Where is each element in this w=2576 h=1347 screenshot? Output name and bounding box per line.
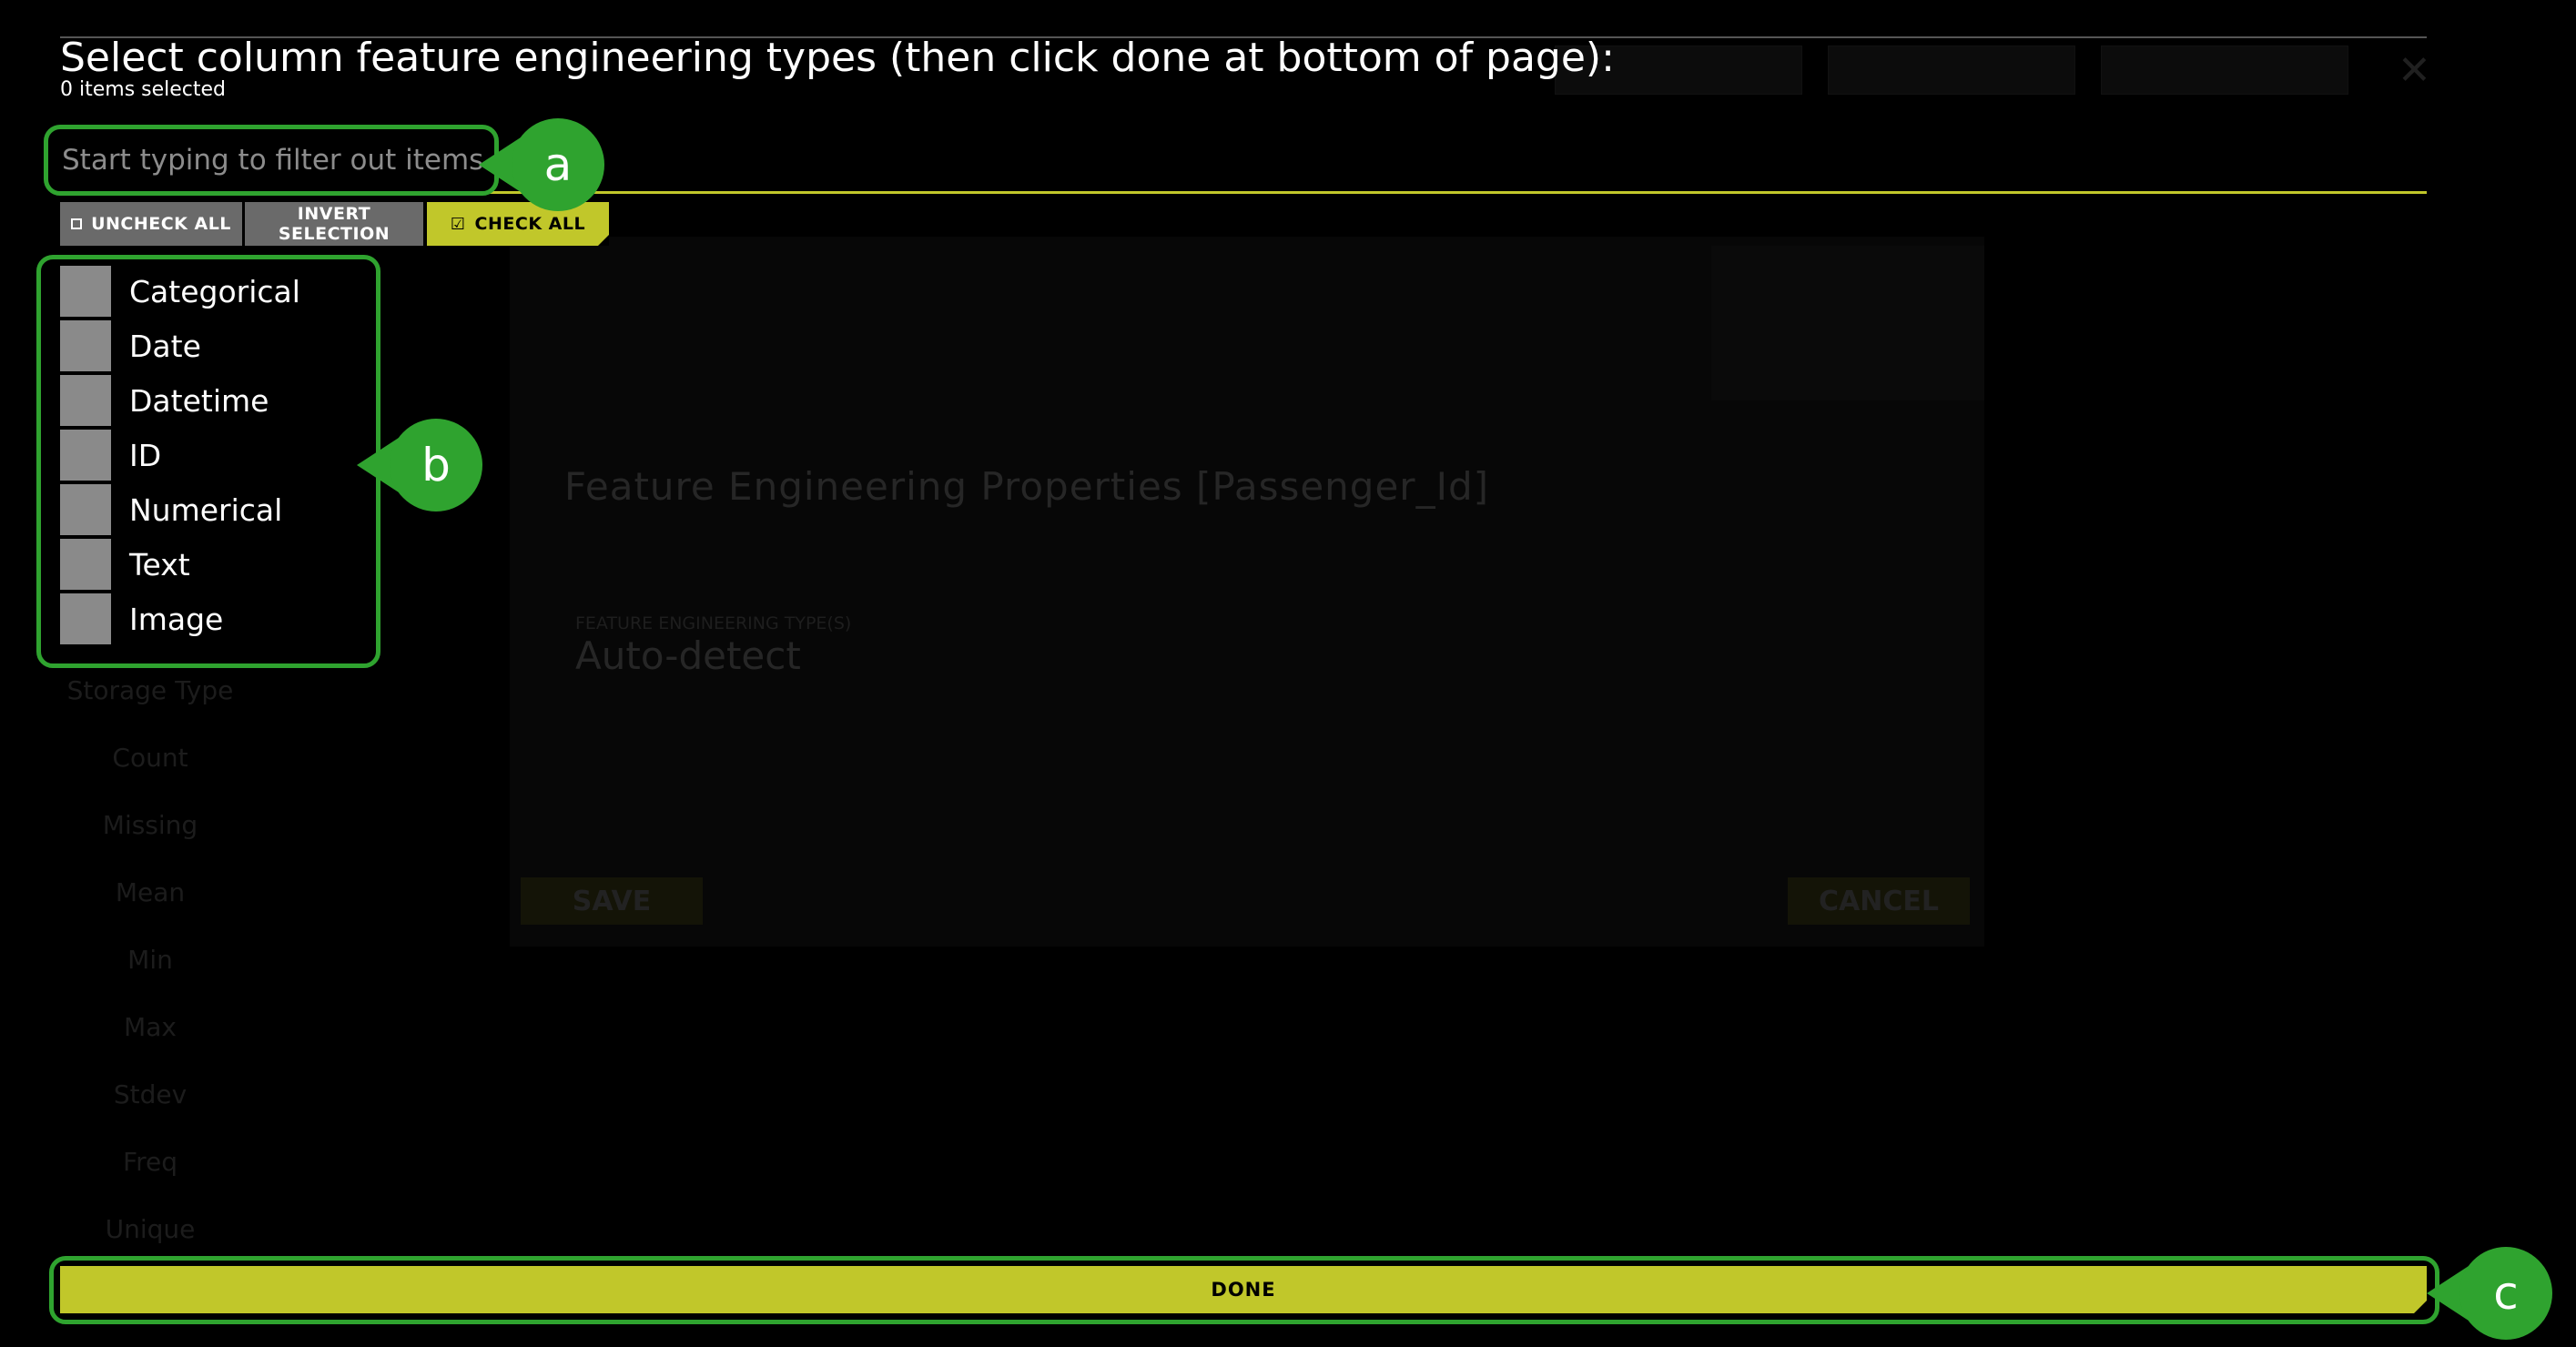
- bg-stat-label: Stdev: [113, 1079, 188, 1109]
- bg-stat-label: Min: [127, 945, 173, 975]
- item-categorical[interactable]: Categorical: [60, 266, 300, 317]
- callout-letter: a: [543, 138, 573, 191]
- item-text[interactable]: Text: [60, 539, 190, 590]
- callout-letter: b: [421, 439, 451, 491]
- bg-dialog-chart: [1711, 246, 1984, 400]
- bg-stat-label: Mean: [115, 877, 186, 907]
- item-label: Numerical: [129, 491, 283, 528]
- bg-toolbar-button: [2101, 46, 2348, 95]
- item-image[interactable]: Image: [60, 593, 223, 644]
- checkbox[interactable]: [60, 320, 111, 371]
- bg-stat-label: Max: [124, 1012, 177, 1042]
- done-button[interactable]: DONE: [60, 1266, 2427, 1313]
- check-all-label: CHECK ALL: [474, 214, 586, 234]
- bg-save-button: SAVE: [521, 877, 703, 925]
- callout-a: a: [479, 118, 604, 211]
- bg-fe-types-value: Auto-detect: [575, 633, 801, 678]
- bg-stat-label: Count: [112, 743, 188, 773]
- checkbox[interactable]: [60, 375, 111, 426]
- item-datetime[interactable]: Datetime: [60, 375, 269, 426]
- checkbox[interactable]: [60, 430, 111, 481]
- invert-selection-label: INVERT SELECTION: [278, 204, 390, 244]
- bg-stat-label: Storage Type: [66, 675, 234, 705]
- checkbox[interactable]: [60, 593, 111, 644]
- item-label: Categorical: [129, 273, 300, 309]
- item-label: Datetime: [129, 382, 269, 419]
- callout-b: b: [357, 419, 482, 511]
- bg-toolbar-button: [1828, 46, 2075, 95]
- callout-c: c: [2427, 1247, 2552, 1340]
- filter-input[interactable]: [49, 131, 512, 189]
- bg-stat-label: Unique: [105, 1214, 196, 1244]
- bg-dialog-title: Feature Engineering Properties [Passenge…: [564, 464, 1490, 509]
- bg-fe-types-label: FEATURE ENGINEERING TYPE(S): [575, 613, 852, 633]
- checked-box-icon: ☑: [450, 214, 466, 234]
- filter-underline: [60, 191, 2427, 194]
- selected-count: 0 items selected: [60, 78, 227, 101]
- item-numerical[interactable]: Numerical: [60, 484, 282, 535]
- uncheck-all-button[interactable]: UNCHECK ALL: [60, 202, 242, 246]
- uncheck-all-label: UNCHECK ALL: [91, 214, 231, 234]
- bg-close-icon: ✕: [2398, 47, 2431, 94]
- bg-stat-label: Missing: [102, 810, 198, 840]
- item-label: ID: [129, 437, 162, 473]
- item-label: Image: [129, 601, 224, 637]
- checkbox[interactable]: [60, 484, 111, 535]
- checkbox[interactable]: [60, 266, 111, 317]
- item-label: Text: [129, 546, 190, 582]
- checkbox[interactable]: [60, 539, 111, 590]
- item-id[interactable]: ID: [60, 430, 161, 481]
- bg-stat-label: Freq: [123, 1147, 177, 1177]
- modal-title: Select column feature engineering types …: [60, 35, 1615, 81]
- item-date[interactable]: Date: [60, 320, 201, 371]
- callout-letter: c: [2493, 1267, 2519, 1320]
- unchecked-box-icon: [71, 218, 83, 229]
- bg-cancel-button: CANCEL: [1788, 877, 1970, 925]
- invert-selection-button[interactable]: INVERT SELECTION: [245, 202, 423, 246]
- item-label: Date: [129, 328, 201, 364]
